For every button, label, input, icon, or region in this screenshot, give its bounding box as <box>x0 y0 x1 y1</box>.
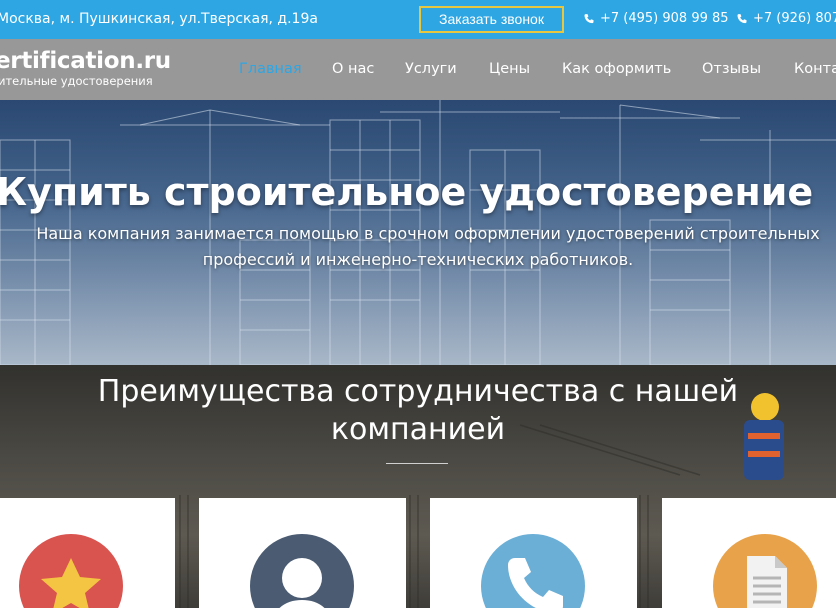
hero-description-line-2: профессий и инженерно-технических работн… <box>202 250 634 269</box>
phone-link-2[interactable]: +7 (926) 807 1 <box>736 11 836 26</box>
nav-item-home[interactable]: Главная <box>239 61 302 77</box>
advantage-card <box>199 498 406 608</box>
logo-tagline: ительные удостоверения <box>0 74 153 88</box>
hero-title: Купить строительное удостоверение <box>0 170 814 214</box>
advantages-title-line-2: компанией <box>330 412 506 447</box>
phone-icon <box>737 13 747 23</box>
document-icon <box>713 534 817 608</box>
nav-item-reviews[interactable]: Отзывы <box>702 61 761 77</box>
nav-item-about[interactable]: О нас <box>332 61 374 77</box>
logo-name: ertification.ru <box>0 48 171 74</box>
advantage-card <box>430 498 637 608</box>
advantage-card <box>662 498 836 608</box>
nav-bar: ertification.ru ительные удостоверения Г… <box>0 39 836 100</box>
phone-link-1[interactable]: +7 (495) 908 99 85 <box>583 11 729 26</box>
advantage-card <box>0 498 175 608</box>
phone-number-2: +7 (926) 807 1 <box>753 11 836 26</box>
nav-item-prices[interactable]: Цены <box>489 61 530 77</box>
advantages-title: Преимущества сотрудничества с нашей комп… <box>0 373 836 449</box>
callback-button[interactable]: Заказать звонок <box>419 6 564 33</box>
phone-number-1: +7 (495) 908 99 85 <box>600 11 729 26</box>
nav-item-contacts[interactable]: Конта <box>794 61 836 77</box>
user-icon <box>250 534 354 608</box>
hero-section: Купить строительное удостоверение Наша к… <box>0 100 836 365</box>
top-bar: Москва, м. Пушкинская, ул.Тверская, д.19… <box>0 0 836 39</box>
address-text: Москва, м. Пушкинская, ул.Тверская, д.19… <box>0 11 318 27</box>
nav-item-services[interactable]: Услуги <box>405 61 457 77</box>
hero-description-line-1: Наша компания занимается помощью в срочн… <box>36 224 820 243</box>
hero-description: Наша компания занимается помощью в срочн… <box>0 221 836 273</box>
title-divider <box>386 463 448 464</box>
phone-icon <box>481 534 585 608</box>
advantages-section: Преимущества сотрудничества с нашей комп… <box>0 365 836 608</box>
nav-item-how-to-order[interactable]: Как оформить <box>562 61 671 77</box>
phone-icon <box>584 13 594 23</box>
advantages-title-line-1: Преимущества сотрудничества с нашей <box>97 374 739 409</box>
star-icon <box>19 534 123 608</box>
